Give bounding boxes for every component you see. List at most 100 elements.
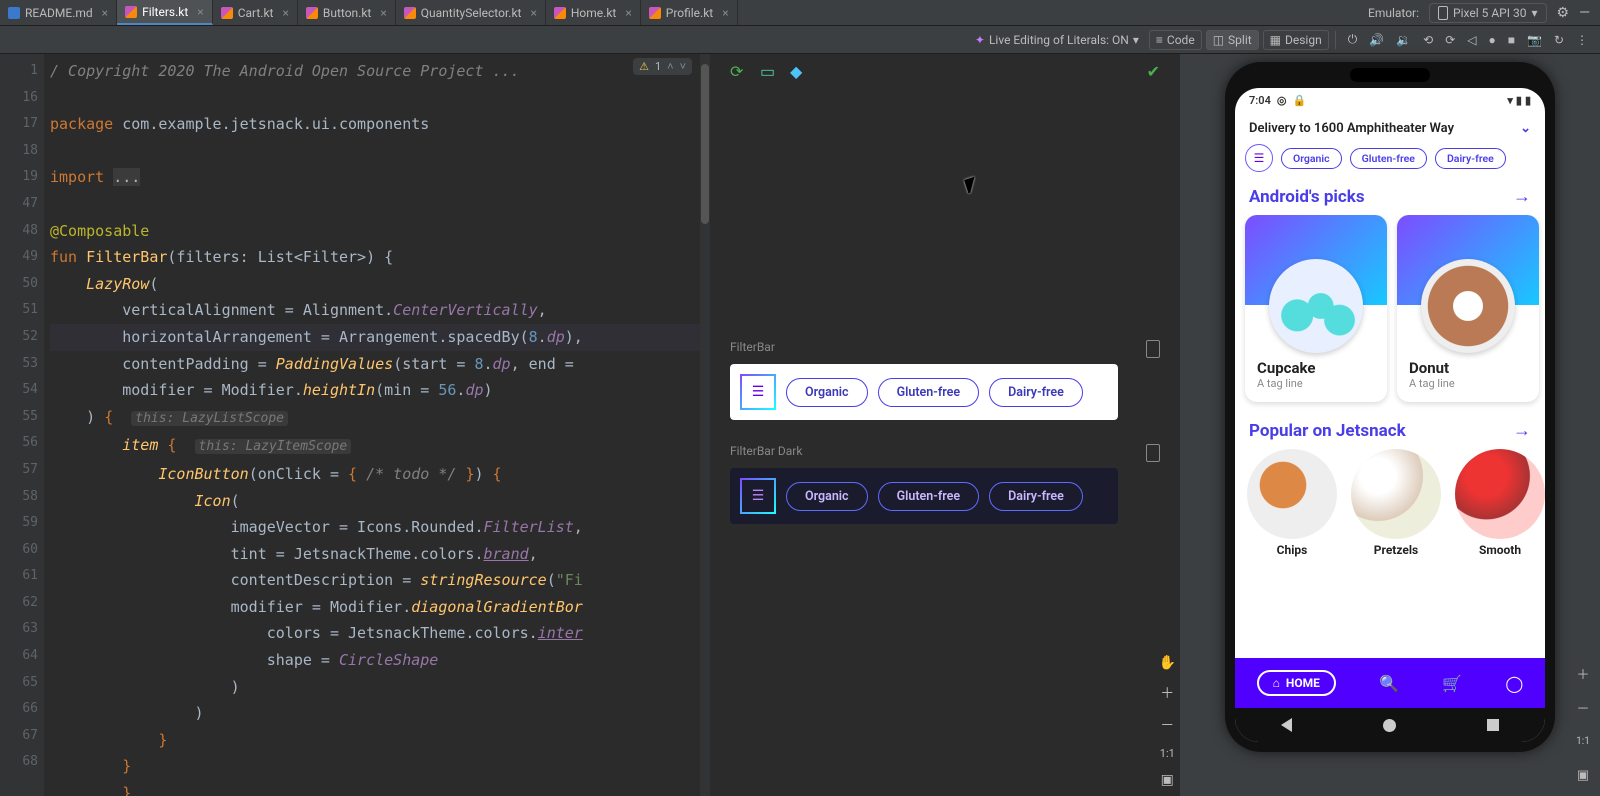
- filter-icon[interactable]: ☰: [740, 374, 776, 410]
- nav-home[interactable]: ⌂ HOME: [1257, 670, 1336, 696]
- product-cards[interactable]: CupcakeA tag line DonutA tag line: [1235, 215, 1545, 416]
- section-head-popular: Popular on Jetsnack →: [1235, 416, 1545, 449]
- tab-filters[interactable]: Filters.kt×: [117, 0, 213, 25]
- tab-label: QuantitySelector.kt: [421, 6, 522, 20]
- close-icon[interactable]: ×: [530, 6, 536, 20]
- line-number: 58: [0, 484, 38, 511]
- device-icon[interactable]: [1146, 340, 1160, 358]
- device-icon[interactable]: [1146, 444, 1160, 462]
- chip-dairyfree[interactable]: Dairy-free: [989, 378, 1083, 407]
- overview-button[interactable]: [1487, 719, 1499, 731]
- close-icon[interactable]: ×: [380, 6, 386, 20]
- view-code[interactable]: ≡Code: [1149, 30, 1202, 50]
- interact-icon[interactable]: ▭: [760, 62, 778, 80]
- home-icon[interactable]: ●: [1482, 31, 1501, 49]
- scrollbar-thumb[interactable]: [701, 64, 709, 224]
- chip-glutenfree[interactable]: Gluten-free: [1350, 148, 1427, 169]
- kotlin-icon: [221, 7, 233, 19]
- line-number: 64: [0, 643, 38, 670]
- more-icon[interactable]: ⋮: [1570, 31, 1594, 49]
- snack-smoothie[interactable]: Smooth: [1455, 449, 1545, 557]
- zoom-out-icon[interactable]: －: [1160, 715, 1174, 735]
- chevron-up-icon[interactable]: ˄: [667, 60, 673, 73]
- zoom-in-icon[interactable]: ＋: [1160, 683, 1174, 703]
- zoom-out-icon[interactable]: －: [1572, 696, 1594, 718]
- snack-pretzels[interactable]: Pretzels: [1351, 449, 1441, 557]
- rotate-right-icon[interactable]: ⟳: [1439, 31, 1461, 49]
- fit-icon[interactable]: ▣: [1572, 764, 1594, 786]
- chip-organic[interactable]: Organic: [786, 482, 868, 511]
- product-card-donut[interactable]: DonutA tag line: [1397, 215, 1539, 402]
- nav-cart[interactable]: 🛒: [1442, 674, 1462, 693]
- filter-icon[interactable]: ☰: [740, 478, 776, 514]
- check-icon: ✔: [1147, 62, 1160, 81]
- volume-down-icon[interactable]: 🔉: [1390, 31, 1417, 49]
- main-area: 1 16 17 18 19 47 48 49 50 51 52 53 54 55…: [0, 54, 1600, 796]
- preview-filterbar-light[interactable]: ☰ Organic Gluten-free Dairy-free: [730, 364, 1118, 420]
- tab-cart[interactable]: Cart.kt×: [213, 0, 298, 25]
- line-number: 66: [0, 696, 38, 723]
- separator: [1335, 31, 1336, 49]
- nav-search[interactable]: 🔍: [1379, 674, 1399, 693]
- zoom-1-1[interactable]: 1:1: [1160, 747, 1175, 760]
- back-icon[interactable]: ◁: [1461, 31, 1482, 49]
- tab-quantityselector[interactable]: QuantitySelector.kt ×: [396, 0, 546, 25]
- refresh-icon[interactable]: ⟳: [730, 62, 748, 80]
- preview-filterbar-dark[interactable]: ☰ Organic Gluten-free Dairy-free: [730, 468, 1118, 524]
- line-number: 57: [0, 457, 38, 484]
- rotate-left-icon[interactable]: ⟲: [1417, 31, 1439, 49]
- nav-profile[interactable]: ◯: [1505, 674, 1523, 693]
- chip-glutenfree[interactable]: Gluten-free: [878, 482, 980, 511]
- device-screen[interactable]: 7:04 ◎ 🔒 ▾ ▮ ▮ Delivery to 1600 Amphithe…: [1235, 88, 1545, 742]
- arrow-right-icon[interactable]: →: [1513, 186, 1531, 207]
- code-editor[interactable]: / Copyright 2020 The Android Open Source…: [44, 54, 710, 796]
- chevron-down-icon: ⌄: [1520, 121, 1531, 136]
- chip-organic[interactable]: Organic: [786, 378, 868, 407]
- device-dropdown[interactable]: Pixel 5 API 30 ▾: [1429, 3, 1546, 23]
- product-name: Donut: [1409, 359, 1527, 377]
- camera-icon[interactable]: 📷: [1521, 31, 1548, 49]
- chevron-down-icon[interactable]: ˅: [680, 60, 686, 73]
- filter-icon[interactable]: ☰: [1245, 144, 1273, 172]
- chip-dairyfree[interactable]: Dairy-free: [1435, 148, 1506, 169]
- fit-icon[interactable]: ▣: [1161, 772, 1174, 788]
- product-card-cupcake[interactable]: CupcakeA tag line: [1245, 215, 1387, 402]
- close-icon[interactable]: ×: [282, 6, 288, 20]
- profile-icon: ◯: [1505, 674, 1523, 693]
- volume-up-icon[interactable]: 🔊: [1363, 31, 1390, 49]
- snack-chips[interactable]: Chips: [1247, 449, 1337, 557]
- live-edit-toggle[interactable]: ✦ Live Editing of Literals: ON ▾: [969, 31, 1145, 49]
- delivery-row[interactable]: Delivery to 1600 Amphitheater Way ⌄: [1235, 107, 1545, 144]
- preview-toolbar: ⟳ ▭ ◆ ✔: [730, 60, 1160, 96]
- chip-dairyfree[interactable]: Dairy-free: [989, 482, 1083, 511]
- layers-icon[interactable]: ◆: [790, 62, 808, 80]
- scrollbar-track[interactable]: [700, 54, 710, 796]
- home-button[interactable]: [1383, 719, 1396, 732]
- zoom-1-1[interactable]: 1:1: [1572, 730, 1594, 752]
- view-design[interactable]: ▦Design: [1263, 30, 1329, 50]
- inspection-badge[interactable]: ⚠ 1 ˄ ˅: [633, 58, 692, 75]
- line-number: 47: [0, 191, 38, 218]
- minimize-icon[interactable]: —: [1579, 5, 1590, 21]
- restart-icon[interactable]: ↻: [1548, 31, 1570, 49]
- power-icon[interactable]: ⏻: [1342, 30, 1364, 49]
- chip-glutenfree[interactable]: Gluten-free: [878, 378, 980, 407]
- back-button[interactable]: [1281, 718, 1292, 732]
- view-split[interactable]: ◫Split: [1206, 30, 1259, 50]
- arrow-right-icon[interactable]: →: [1513, 420, 1531, 441]
- zoom-in-icon[interactable]: ＋: [1572, 662, 1594, 684]
- pan-icon[interactable]: ✋: [1159, 655, 1176, 671]
- tab-profile[interactable]: Profile.kt×: [641, 0, 738, 25]
- close-icon[interactable]: ×: [102, 6, 108, 20]
- close-icon[interactable]: ×: [722, 6, 728, 20]
- gear-icon[interactable]: ⚙: [1557, 5, 1570, 21]
- close-icon[interactable]: ×: [625, 6, 631, 20]
- overview-icon[interactable]: ■: [1502, 31, 1521, 49]
- snack-circles[interactable]: Chips Pretzels Smooth: [1235, 449, 1545, 559]
- close-icon[interactable]: ×: [197, 5, 203, 19]
- chip-organic[interactable]: Organic: [1281, 148, 1342, 169]
- tab-button[interactable]: Button.kt×: [298, 0, 396, 25]
- tab-home[interactable]: Home.kt×: [546, 0, 641, 25]
- tab-readme[interactable]: README.md×: [0, 0, 117, 25]
- system-nav: [1235, 708, 1545, 742]
